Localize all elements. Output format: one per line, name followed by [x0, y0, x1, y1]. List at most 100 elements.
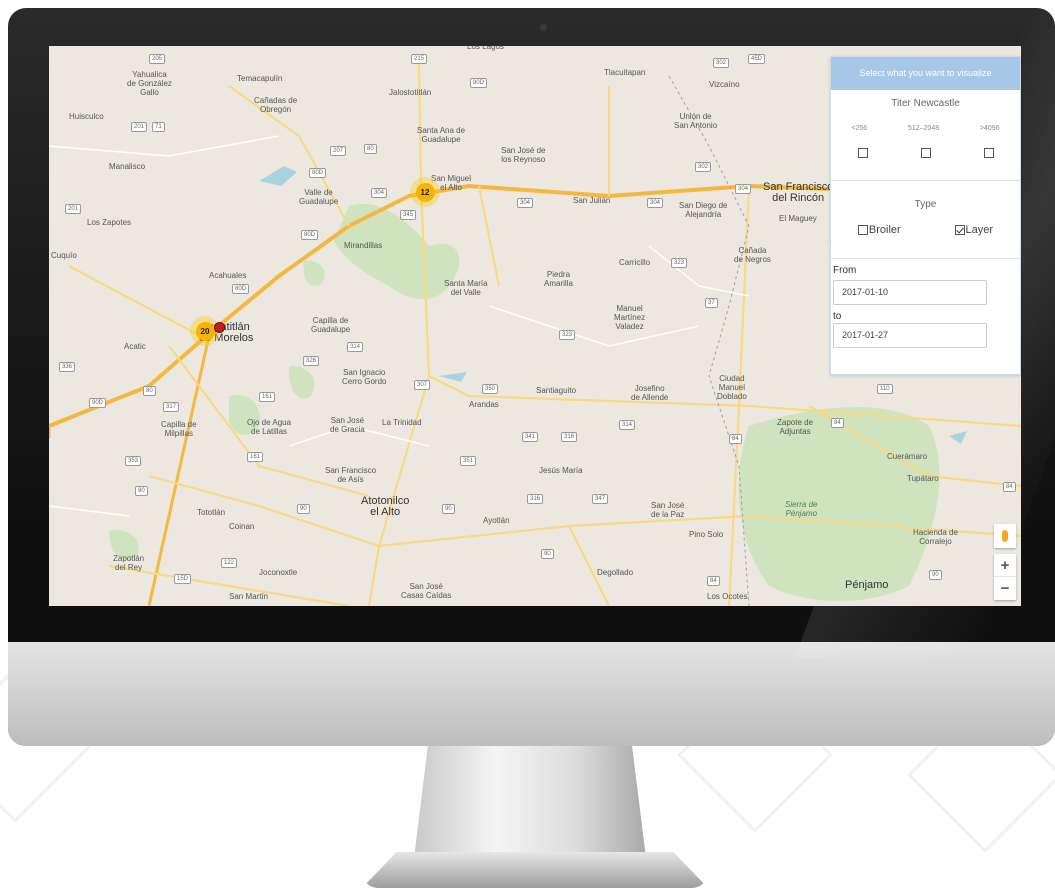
highway-shield: 304 [647, 198, 664, 208]
from-date-input[interactable]: 2017-01-10 [833, 280, 987, 305]
highway-shield: 353 [125, 456, 142, 466]
place-label: Mirandillas [344, 241, 383, 250]
street-view-pegman-icon[interactable] [994, 524, 1016, 548]
place-label: Manuel Martínez Valadez [614, 304, 646, 331]
place-label: Tototlán [197, 508, 226, 517]
highway-shield: 80D [232, 284, 250, 294]
monitor-stand-neck [414, 746, 646, 858]
highway-shield: 323 [559, 330, 576, 340]
highway-shield: 90D [89, 398, 107, 408]
to-label: to [833, 311, 842, 322]
cluster-count: 12 [415, 182, 435, 202]
place-label: San Ignacio Cerro Gordo [342, 368, 387, 386]
place-label: Jalostotitlán [389, 88, 432, 97]
place-label: Yahualica de González Gallo [127, 70, 172, 97]
place-label: Cañadas de Obregón [254, 96, 298, 114]
place-label: Los Ocotes [707, 592, 748, 601]
divider [831, 180, 1020, 181]
highway-shield: 347 [592, 494, 609, 504]
place-label: Santa Ana de Guadalupe [417, 126, 466, 144]
place-label: Zapote de Adjuntas [777, 418, 814, 436]
highway-shield: 15D [174, 574, 192, 584]
highway-shield: 201 [65, 204, 82, 214]
place-label: Vizcaíno [709, 80, 740, 89]
place-label: Unión de San Antonio [674, 112, 718, 130]
titer-title: Titer Newcastle [891, 98, 960, 109]
place-label: Joconoxtle [259, 568, 298, 577]
highway-shield: 80D [470, 78, 488, 88]
place-label: Tlacuitapan [604, 68, 646, 77]
titer-checkbox-high[interactable] [983, 148, 994, 158]
place-label: Cuquío [51, 251, 77, 260]
highway-shield: 80 [143, 386, 156, 396]
place-label: Cuerámaro [887, 452, 928, 461]
highway-shield: 90 [442, 504, 455, 514]
place-label: Zapotlán del Rey [113, 554, 145, 572]
range-label: 512–2048 [907, 125, 940, 132]
place-label: Acatic [124, 342, 146, 351]
map-marker[interactable] [214, 322, 225, 333]
broiler-checkbox[interactable] [857, 225, 868, 235]
titer-checkboxes [831, 148, 1020, 158]
place-label: Carricillo [619, 258, 651, 267]
highway-shield: 304 [371, 188, 388, 198]
to-date-input[interactable]: 2017-01-27 [833, 323, 987, 348]
highway-shield: 207 [330, 146, 347, 156]
place-label: Sierra de Pénjamo [785, 500, 818, 518]
zoom-control: + − [994, 554, 1016, 600]
highway-shield: 336 [59, 362, 76, 372]
highway-shield: 80D [301, 230, 319, 240]
place-label: San Julián [573, 196, 611, 205]
zoom-out-button[interactable]: − [994, 577, 1016, 600]
place-label: San José de Gracia [330, 416, 365, 434]
titer-checkbox-low[interactable] [857, 148, 868, 158]
type-option-broiler[interactable]: Broiler [857, 224, 901, 236]
place-label: Tupátaro [907, 474, 939, 483]
type-title: Type [914, 199, 937, 210]
highway-shield: 317 [163, 402, 180, 412]
highway-shield: 302 [713, 58, 730, 68]
titer-checkbox-mid[interactable] [920, 148, 931, 158]
highway-shield: 90 [135, 486, 148, 496]
place-label: Atotonilco el Alto [361, 495, 410, 518]
highway-shield: 45D [748, 54, 766, 64]
highway-shield: 90 [297, 504, 310, 514]
highway-shield: 90 [541, 549, 554, 559]
place-label: Cañada de Negros [734, 246, 771, 264]
highway-shield: 307 [414, 380, 431, 390]
highway-shield: 302 [695, 162, 712, 172]
stage: Yahualica de González Gallo Temacapulín Ca… [0, 0, 1055, 892]
place-label: Manalisco [109, 162, 146, 171]
layer-checkbox[interactable] [954, 225, 965, 235]
place-label: La Trinidad [382, 418, 422, 427]
highway-shield: 316 [527, 494, 544, 504]
place-label: Josefino de Allende [631, 384, 669, 402]
place-label: Los Lagos [467, 46, 504, 51]
range-label: >4096 [979, 125, 1000, 132]
place-label: Hacienda de Corralejo [913, 528, 958, 546]
type-option-layer[interactable]: Layer [954, 224, 994, 236]
layer-label: Layer [965, 224, 994, 236]
place-label: Valle de Guadalupe [299, 188, 339, 206]
marker-cluster[interactable]: 12 [410, 177, 440, 207]
place-label: Capilla de Guadalupe [311, 316, 351, 334]
highway-shield: 341 [522, 432, 539, 442]
range-label: <256 [851, 125, 868, 132]
highway-shield: 122 [221, 558, 238, 568]
place-label: Jesús María [539, 466, 583, 475]
highway-shield: 205 [149, 54, 166, 64]
place-label: Santiaguito [536, 386, 577, 395]
highway-shield: 84 [831, 418, 844, 428]
place-label: Ojo de Agua de Latillas [247, 418, 292, 436]
highway-shield: 316 [561, 432, 578, 442]
type-options: Broiler Layer [831, 224, 1020, 236]
cluster-count: 20 [195, 321, 215, 341]
place-label: San Francisco del Rincón [763, 181, 834, 204]
place-label: San José de los Reynoso [501, 146, 546, 164]
highway-shield: 84 [1003, 482, 1016, 492]
highway-shield: 84 [707, 576, 720, 586]
zoom-in-button[interactable]: + [994, 554, 1016, 577]
highway-shield: 71 [152, 122, 165, 132]
place-label: San José Casas Caídas [401, 582, 452, 600]
highway-shield: 80D [309, 168, 327, 178]
